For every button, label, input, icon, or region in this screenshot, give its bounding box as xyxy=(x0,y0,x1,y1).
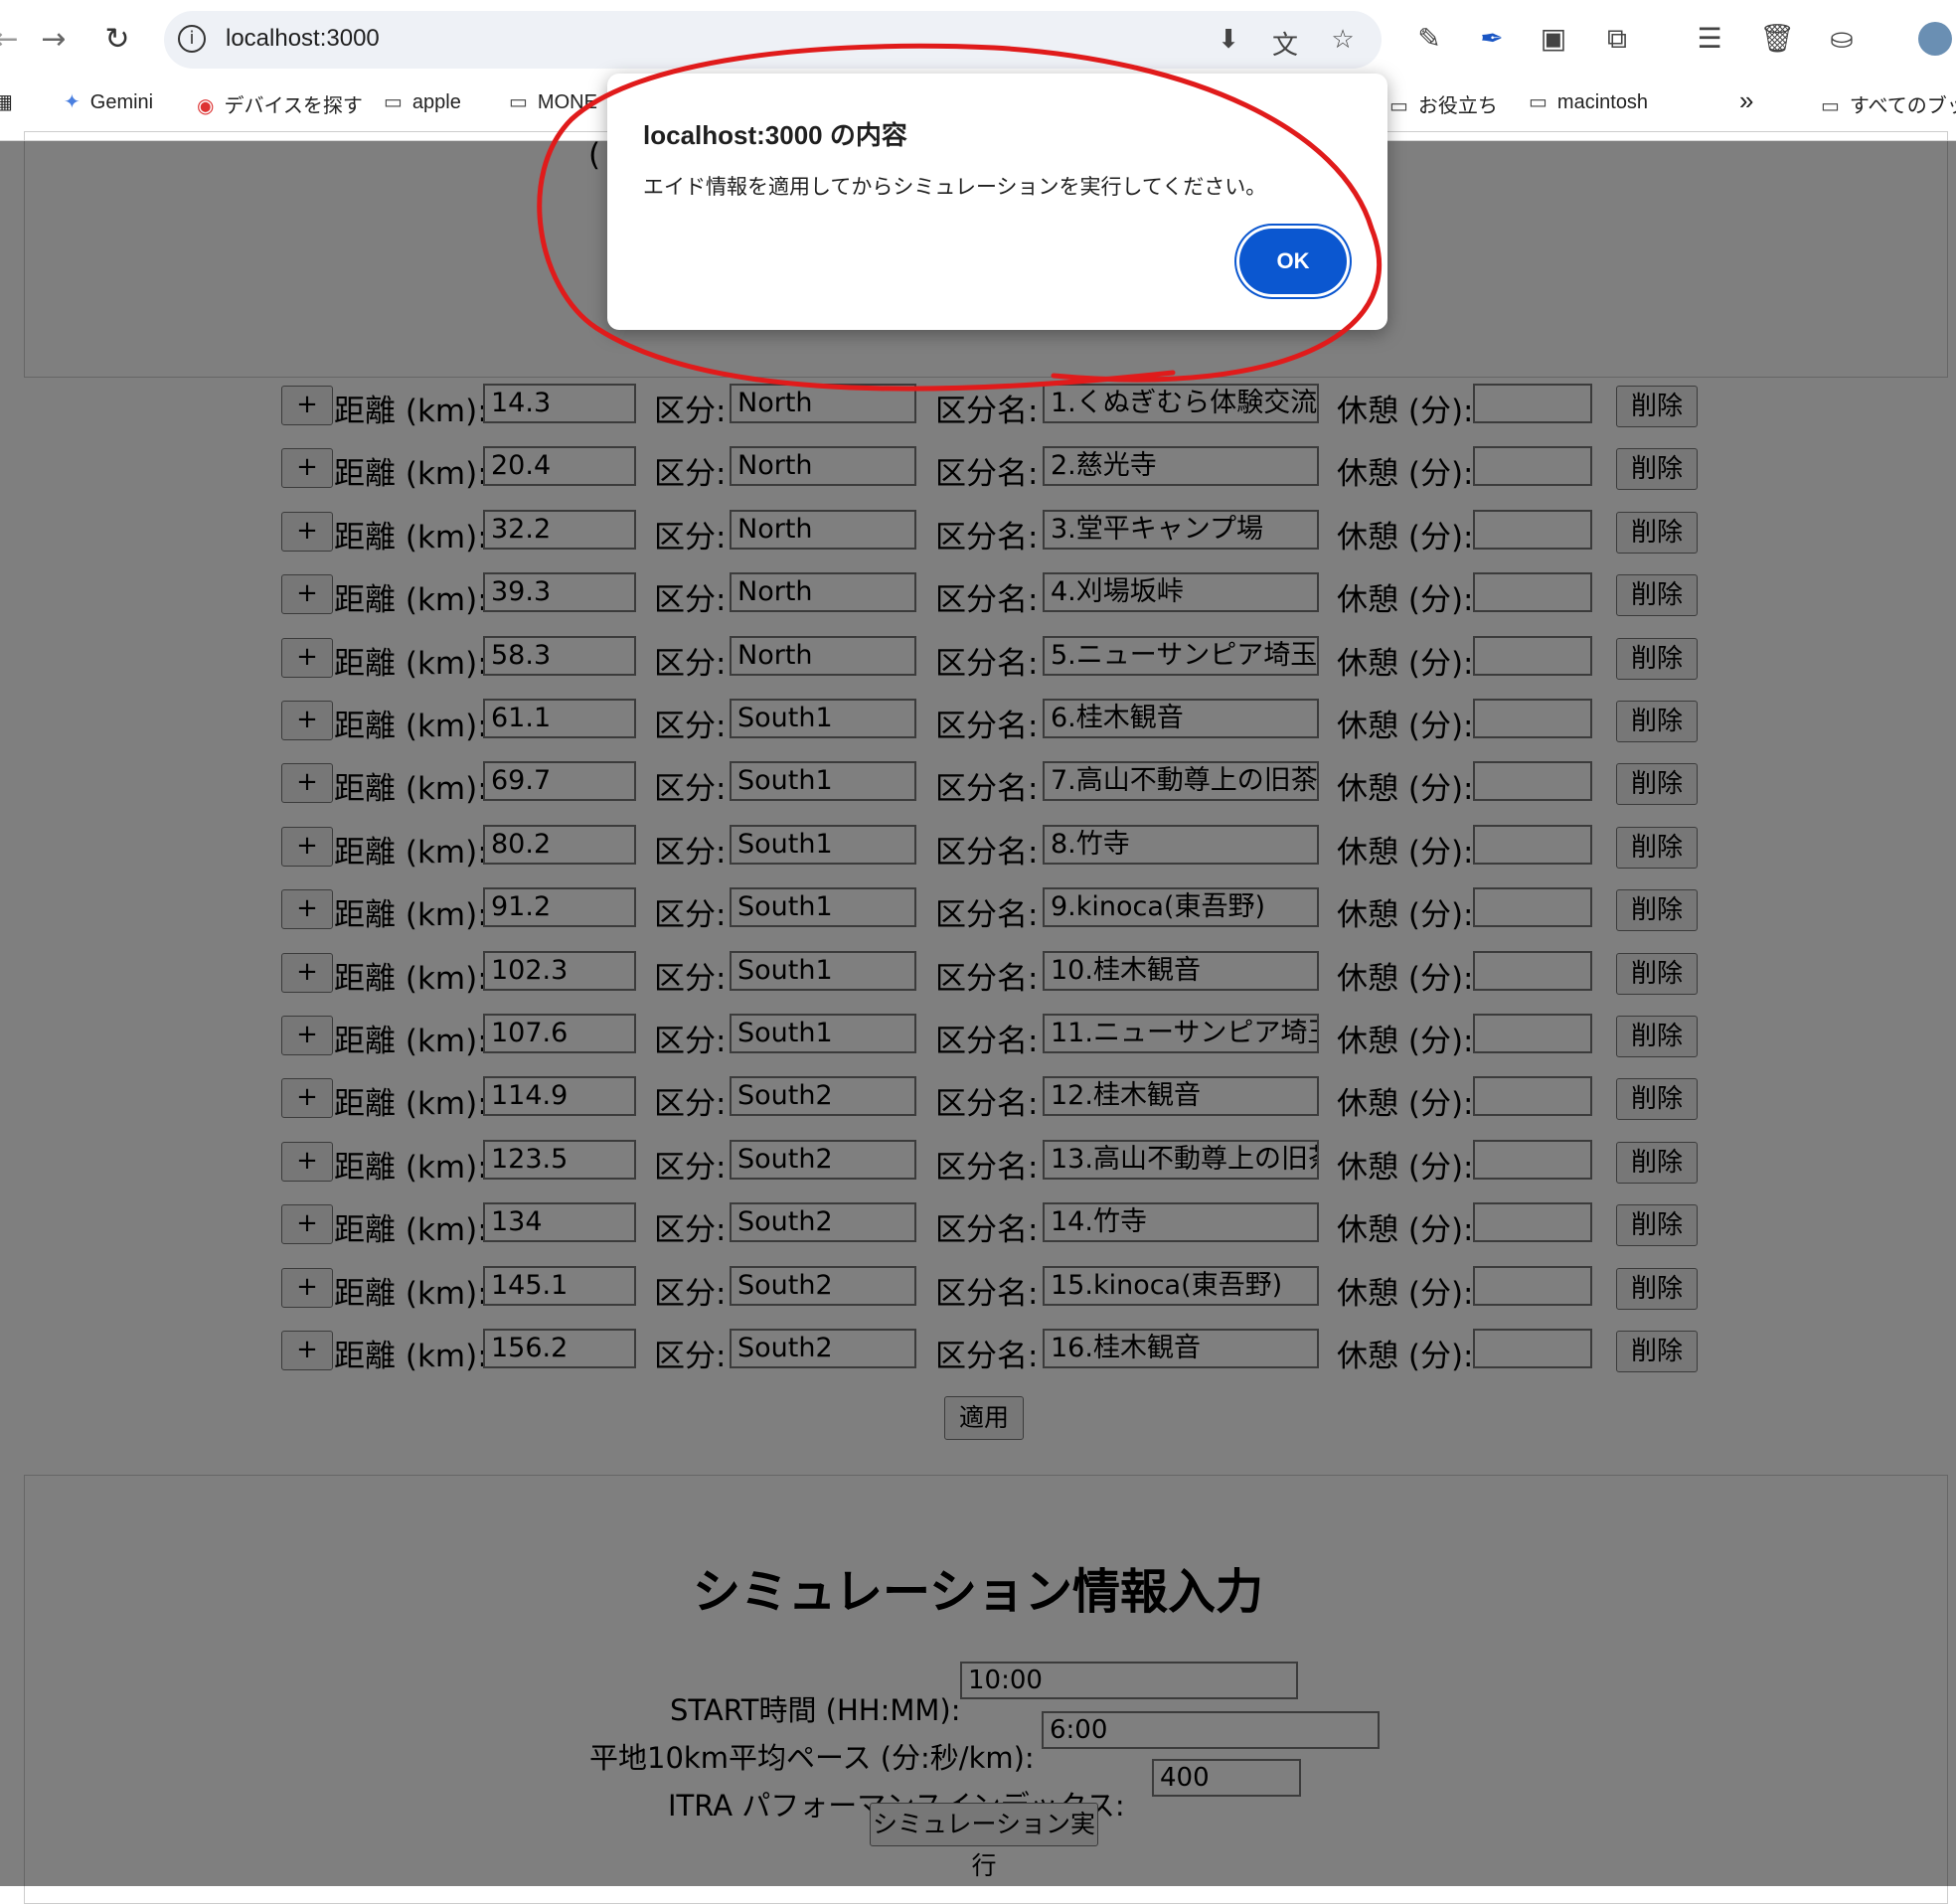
folder-icon: ▭ xyxy=(1529,91,1548,113)
folder-icon: ▭ xyxy=(1389,95,1408,117)
reload-icon[interactable]: ↻ xyxy=(97,20,137,60)
trash-icon[interactable]: 🗑 xyxy=(1759,22,1795,55)
ok-button[interactable]: OK xyxy=(1239,229,1347,294)
bookmark-all[interactable]: ▭ すべてのブッ xyxy=(1821,89,1956,118)
incognito-icon[interactable]: ⛀ xyxy=(1824,22,1860,55)
extension-icon-3[interactable]: ▣ xyxy=(1536,22,1571,55)
url-text: localhost:3000 xyxy=(226,25,380,52)
alert-dialog: localhost:3000 の内容 エイド情報を適用してからシミュレーションを… xyxy=(607,74,1387,330)
install-icon[interactable]: ⬇ xyxy=(1213,25,1244,55)
bookmark-find-device[interactable]: ◉ デバイスを探す xyxy=(197,89,363,118)
site-info-icon[interactable]: i xyxy=(178,25,206,53)
folder-icon: ▭ xyxy=(384,91,403,113)
bookmarks-overflow-icon[interactable]: » xyxy=(1739,85,1753,116)
gemini-icon: ✦ xyxy=(64,91,81,113)
star-icon[interactable]: ☆ xyxy=(1327,25,1359,55)
translate-icon[interactable]: 文 xyxy=(1269,25,1301,62)
dialog-title: localhost:3000 の内容 xyxy=(643,120,907,150)
back-icon[interactable]: ← xyxy=(0,20,26,60)
bookmark-useful[interactable]: ▭ お役立ち xyxy=(1389,89,1498,118)
bookmark-apple[interactable]: ▭ apple xyxy=(384,89,461,114)
address-bar[interactable]: i localhost:3000 ⬇ 文 ☆ xyxy=(164,11,1382,69)
profile-icon[interactable] xyxy=(1918,22,1952,56)
extensions-puzzle-icon[interactable]: ⧉ xyxy=(1599,22,1635,56)
bookmark-macintosh[interactable]: ▭ macintosh xyxy=(1529,89,1648,114)
dialog-message: エイド情報を適用してからシミュレーションを実行してください。 xyxy=(643,175,1267,199)
reading-list-icon[interactable]: ☰ xyxy=(1692,22,1727,55)
modal-overlay xyxy=(0,141,1956,1886)
folder-icon: ▭ xyxy=(509,91,528,113)
bookmark-gemini[interactable]: ✦ Gemini xyxy=(64,89,153,114)
folder-icon: ▭ xyxy=(1821,95,1840,117)
apps-icon[interactable]: ▦ xyxy=(0,89,13,114)
extension-icon-1[interactable]: ✎ xyxy=(1411,22,1447,55)
extension-icon-2[interactable]: ✒ xyxy=(1474,22,1510,55)
chrome-icon: ◉ xyxy=(197,95,215,117)
bookmark-mone[interactable]: ▭ MONE xyxy=(509,89,597,114)
forward-icon[interactable]: → xyxy=(34,20,74,60)
